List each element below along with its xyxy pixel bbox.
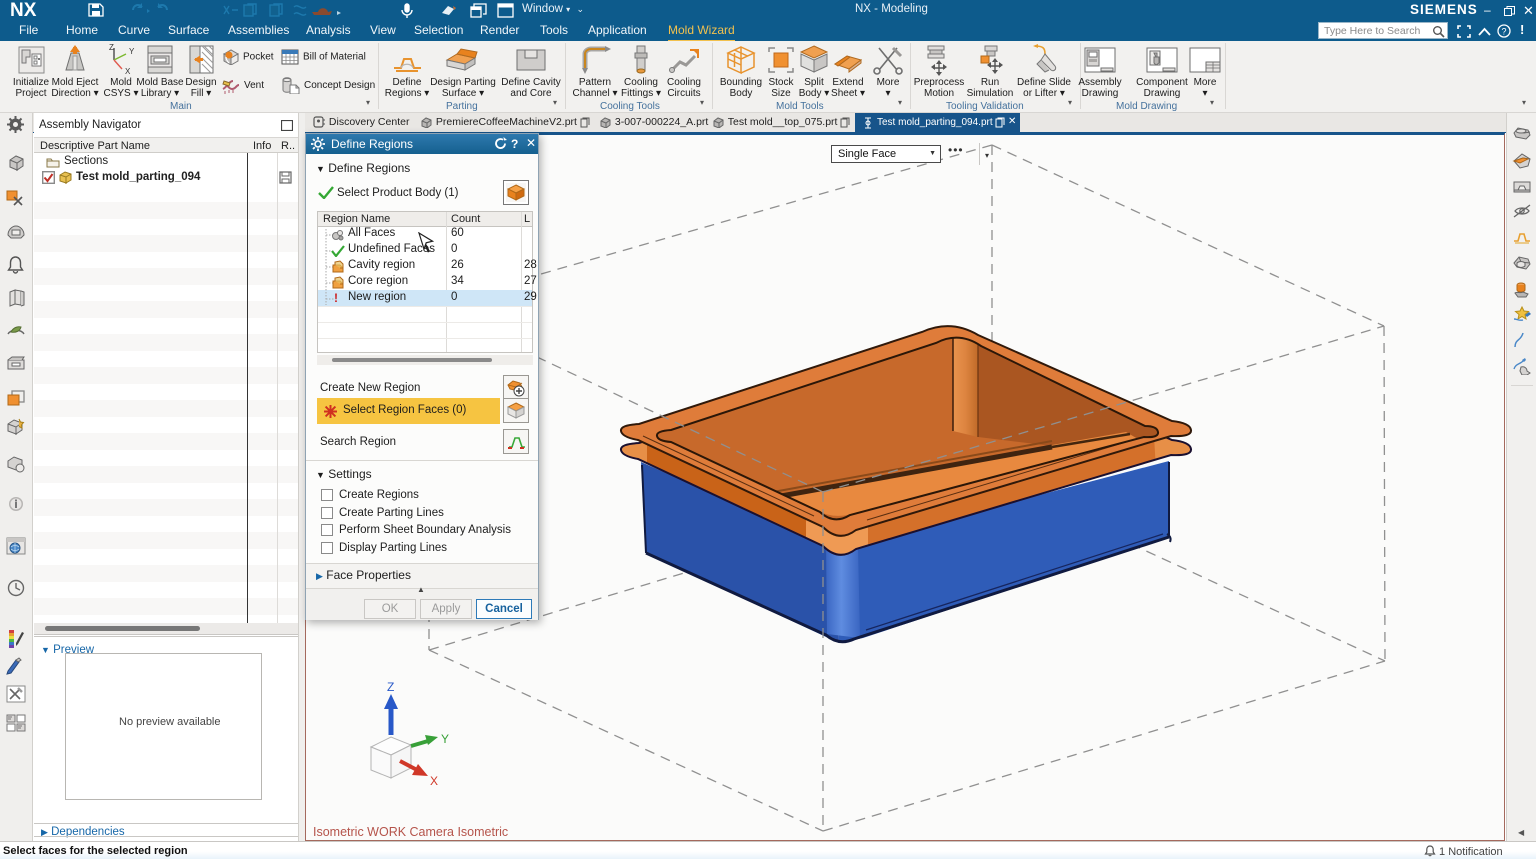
svg-text:?: ? xyxy=(1501,27,1506,37)
svg-text:Z: Z xyxy=(387,680,394,694)
svg-text:Y: Y xyxy=(441,732,449,746)
svg-text:Z: Z xyxy=(109,44,114,52)
svg-text:Isometric WORK Camera Isometri: Isometric WORK Camera Isometric xyxy=(313,825,508,839)
svg-text:X: X xyxy=(430,774,438,788)
svg-text:X: X xyxy=(125,67,131,76)
